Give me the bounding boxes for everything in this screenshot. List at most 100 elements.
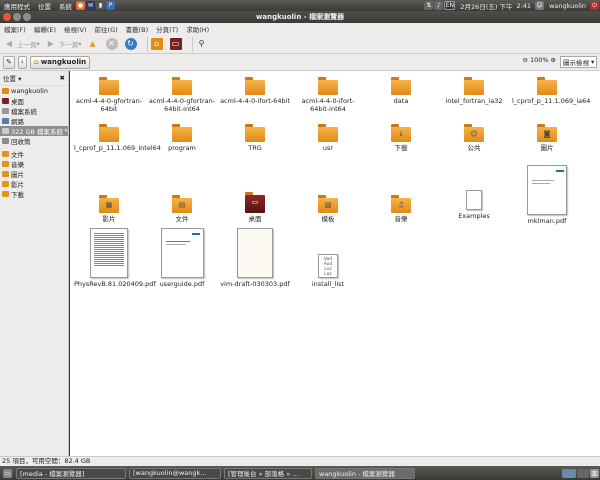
menu-help[interactable]: 求助(H): [182, 24, 213, 34]
file-item[interactable]: Examples: [439, 190, 509, 220]
menu-file[interactable]: 檔案(F): [0, 24, 30, 34]
file-item[interactable]: ↓ 下載: [366, 124, 436, 152]
file-item[interactable]: vim-draft-030303.pdf: [220, 228, 290, 288]
input-method-icon[interactable]: EN: [444, 1, 456, 10]
terminal-icon[interactable]: ▮: [96, 1, 105, 10]
sidebar-item-music[interactable]: 音樂: [0, 159, 68, 169]
system-menu[interactable]: 系統: [55, 1, 76, 11]
view-mode-select[interactable]: 圖示檢視 ▾: [560, 56, 597, 68]
crumb-left-button[interactable]: ‹: [17, 55, 27, 69]
home-button[interactable]: ⌂: [150, 37, 165, 50]
file-item[interactable]: intel_fortran_ia32: [439, 77, 509, 105]
folder-icon: [464, 77, 484, 95]
volume-icon[interactable]: ♪: [434, 1, 444, 10]
file-item[interactable]: userguide.pdf: [147, 228, 217, 288]
file-item[interactable]: usr: [293, 124, 363, 152]
window-titlebar[interactable]: wangkuolin - 檔案瀏覽器: [0, 11, 600, 23]
file-item[interactable]: ▦ 影片: [74, 195, 144, 223]
file-item[interactable]: data: [366, 77, 436, 105]
sidebar-item-pictures[interactable]: 圖片: [0, 169, 68, 179]
sidebar-item-trash[interactable]: 回收筒: [0, 136, 68, 146]
reload-button[interactable]: ↻: [124, 37, 139, 50]
sidebar-item-volume[interactable]: 322 GB 檔案系統 ↖: [0, 126, 68, 136]
close-window-button[interactable]: [3, 13, 11, 21]
file-name: 桌面: [248, 215, 262, 223]
file-item[interactable]: ♫ 音樂: [366, 195, 436, 223]
file-item[interactable]: acml-4-4-0-ifort-64bit-int64: [293, 77, 363, 113]
up-button[interactable]: ▲: [87, 38, 101, 50]
minimize-window-button[interactable]: [13, 13, 21, 21]
menu-edit[interactable]: 編輯(E): [30, 24, 60, 34]
home-icon: [2, 88, 9, 94]
file-item[interactable]: acml-4-4-0-ifort-64bit: [220, 77, 290, 105]
file-item[interactable]: l_cprof_p_11.1.069_ia64: [512, 77, 591, 105]
folder-icon: [391, 77, 411, 95]
menu-tabs[interactable]: 分頁(T): [152, 24, 182, 34]
file-name: 模板: [321, 215, 335, 223]
places-menu[interactable]: 位置: [34, 1, 55, 11]
window-buttons: [3, 13, 31, 21]
file-item[interactable]: acml-4-4-0-gfortran-64bit-int64: [147, 77, 217, 113]
template-icon: ▧: [324, 201, 332, 209]
clock[interactable]: 2:41: [516, 2, 535, 10]
taskbar-item[interactable]: wangkuolin - 檔案瀏覽器: [315, 467, 415, 479]
file-name: l_cprof_p_11.1.069_ia64: [512, 97, 591, 105]
breadcrumb-home[interactable]: ⌂ wangkuolin: [29, 55, 91, 69]
sidebar-item-home[interactable]: wangkuolin: [0, 86, 68, 96]
taskbar-item[interactable]: [wangkuolin@wangk...: [129, 467, 221, 479]
menu-view[interactable]: 檢視(V): [60, 24, 91, 34]
sidebar-header[interactable]: 位置 ▾ ✖: [0, 71, 68, 86]
mail-icon[interactable]: ✉: [86, 1, 95, 10]
menu-go[interactable]: 前往(G): [91, 24, 122, 34]
sidebar-item-desktop[interactable]: 桌面: [0, 96, 68, 106]
show-desktop-icon[interactable]: ▭: [3, 468, 12, 478]
file-item[interactable]: ◙ 圖片: [512, 124, 582, 152]
file-item[interactable]: ▭ 桌面: [220, 192, 290, 223]
forward-button[interactable]: ▶ 下一頁 ▾: [45, 38, 82, 50]
file-item[interactable]: acml-4-4-0-gfortran-64bit: [74, 77, 144, 113]
computer-icon: ▭: [169, 37, 182, 50]
power-icon[interactable]: ⏻: [590, 1, 599, 10]
menu-bookmarks[interactable]: 書籤(B): [122, 24, 153, 34]
sidebar-item-network[interactable]: 網路: [0, 116, 68, 126]
sidebar-item-videos[interactable]: 影片: [0, 179, 68, 189]
file-item[interactable]: program: [147, 124, 217, 152]
file-item[interactable]: PhysRevB.81.020409.pdf: [74, 228, 156, 288]
sidebar-item-filesystem[interactable]: 檔案系統: [0, 106, 68, 116]
applications-menu[interactable]: 應用程式: [0, 1, 34, 11]
taskbar-item[interactable]: [media - 檔案瀏覽器]: [16, 467, 126, 479]
edit-location-button[interactable]: ✎: [3, 55, 15, 69]
taskbar-item[interactable]: [管理後台 » 部落格 » ...: [224, 467, 312, 479]
toolbar-separator: [146, 36, 148, 51]
workspace-switcher-icon[interactable]: [562, 468, 576, 478]
file-item[interactable]: l_cprof_p_11.1.069_intel64: [74, 124, 161, 152]
zoom-in-icon[interactable]: ⊕: [551, 56, 556, 64]
search-button[interactable]: ⚲: [196, 38, 210, 50]
back-arrow-icon: ◀: [5, 39, 13, 48]
folder-icon: [2, 151, 9, 157]
close-icon[interactable]: ✖: [60, 74, 65, 82]
firefox-icon[interactable]: ●: [76, 1, 85, 10]
pidgin-icon[interactable]: P: [106, 1, 115, 10]
file-name: TRG: [248, 144, 262, 152]
file-item[interactable]: TRG: [220, 124, 290, 152]
user-menu[interactable]: wangkuolin: [545, 2, 590, 10]
back-button[interactable]: ◀ 上一頁 ▾: [3, 38, 40, 50]
zoom-out-icon[interactable]: ⊖: [523, 56, 528, 64]
sidebar-item-documents[interactable]: 文件: [0, 149, 68, 159]
file-item[interactable]: mklman.pdf: [512, 165, 582, 225]
file-item[interactable]: ▤ 文件: [147, 195, 217, 223]
trash-icon[interactable]: ▥: [590, 468, 599, 478]
file-item[interactable]: ▧ 模板: [293, 195, 363, 223]
trash-icon: [2, 138, 9, 144]
date-display[interactable]: 2月26日(五) 下午: [456, 1, 516, 11]
sidebar-item-downloads[interactable]: 下載: [0, 189, 68, 199]
stop-button[interactable]: ✕: [105, 37, 120, 50]
workspace-switcher-icon[interactable]: [577, 468, 589, 478]
file-item[interactable]: ☺ 公共: [439, 124, 509, 152]
file-name: acml-4-4-0-ifort-64bit: [220, 97, 290, 105]
computer-button[interactable]: ▭: [169, 37, 184, 50]
network-status-icon[interactable]: ⇅: [424, 1, 434, 10]
file-item[interactable]: Vod Aud Lsz Laz install_list: [293, 254, 363, 288]
maximize-window-button[interactable]: [23, 13, 31, 21]
